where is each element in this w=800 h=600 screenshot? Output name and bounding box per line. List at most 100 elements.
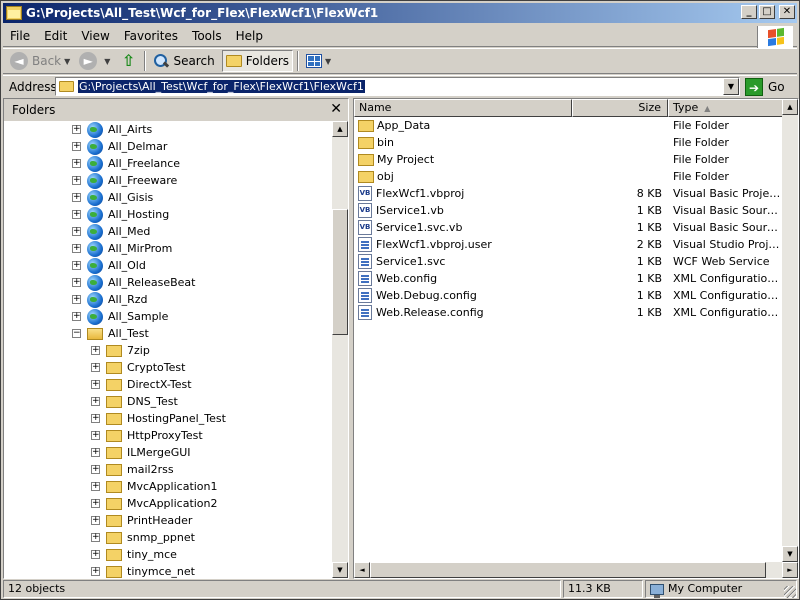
expand-icon[interactable]: + xyxy=(72,159,81,168)
search-button[interactable]: Search xyxy=(150,50,217,72)
tree-item[interactable]: + All_Airts xyxy=(72,121,152,138)
address-value[interactable]: G:\Projects\All_Test\Wcf_for_Flex\FlexWc… xyxy=(78,80,365,93)
file-row[interactable]: FlexWcf1.vbproj.user 2 KB Visual Studio Pr… xyxy=(354,236,798,253)
folders-scrollbar[interactable]: ▲ ▼ xyxy=(332,121,348,578)
file-row[interactable]: Web.config1 KBXML Configuration File2 xyxy=(354,270,798,287)
tree-item[interactable]: + All_MirProm xyxy=(72,240,172,257)
expand-icon[interactable]: + xyxy=(72,312,81,321)
expand-icon[interactable]: + xyxy=(91,533,100,542)
address-dropdown-button[interactable]: ▼ xyxy=(723,78,739,95)
expand-icon[interactable]: + xyxy=(91,499,100,508)
scroll-down-button[interactable]: ▼ xyxy=(782,546,798,562)
tree-item[interactable]: + DNS_Test xyxy=(91,393,178,410)
forward-button[interactable]: ► ▼ xyxy=(76,50,116,72)
column-header-type[interactable]: Type ▲ xyxy=(668,99,790,117)
go-button[interactable]: ➔ Go xyxy=(745,77,785,96)
tree-item[interactable]: + All_Med xyxy=(72,223,150,240)
expand-icon[interactable]: + xyxy=(72,244,81,253)
files-horizontal-scrollbar[interactable]: ◄ ► xyxy=(354,562,798,578)
expand-icon[interactable]: + xyxy=(91,550,100,559)
column-header-name[interactable]: Name xyxy=(354,99,572,117)
menu-tools[interactable]: Tools xyxy=(185,29,229,43)
tree-item[interactable]: + mail2rss xyxy=(91,461,174,478)
tree-item[interactable]: + All_Hosting xyxy=(72,206,169,223)
expand-icon[interactable]: + xyxy=(91,482,100,491)
chevron-down-icon[interactable]: ▼ xyxy=(104,57,110,66)
tree-item[interactable]: +7zip xyxy=(91,342,150,359)
file-row[interactable]: Web.Debug.config 1 KB XML Configuration Fi… xyxy=(354,287,798,304)
tree-item[interactable]: + All_Rzd xyxy=(72,291,148,308)
minimize-button[interactable]: _ xyxy=(741,5,757,19)
folders-button[interactable]: Folders xyxy=(221,50,294,72)
scroll-down-button[interactable]: ▼ xyxy=(332,562,348,578)
expand-icon[interactable]: + xyxy=(91,431,100,440)
close-icon[interactable]: ✕ xyxy=(330,102,342,116)
menu-view[interactable]: View xyxy=(74,29,116,43)
file-row[interactable]: App_DataFile Folder2 xyxy=(354,117,798,134)
scroll-right-button[interactable]: ► xyxy=(782,562,798,578)
menu-edit[interactable]: Edit xyxy=(37,29,74,43)
tree-item[interactable]: + snmp_ppnet xyxy=(91,529,195,546)
file-row[interactable]: My ProjectFile Folder2 xyxy=(354,151,798,168)
tree-item[interactable]: − All_Test xyxy=(72,325,149,342)
expand-icon[interactable]: + xyxy=(72,261,81,270)
file-row[interactable]: binFile Folder2 xyxy=(354,134,798,151)
chevron-down-icon[interactable]: ▼ xyxy=(64,57,70,66)
expand-icon[interactable]: + xyxy=(72,193,81,202)
tree-item[interactable]: + tiny_mce xyxy=(91,546,177,563)
tree-item[interactable]: + tinymce_net xyxy=(91,563,195,578)
tree-item[interactable]: + CryptoTest xyxy=(91,359,185,376)
tree-item[interactable]: + HostingPanel_Test xyxy=(91,410,226,427)
expand-icon[interactable]: + xyxy=(72,278,81,287)
expand-icon[interactable]: + xyxy=(91,397,100,406)
tree-item[interactable]: + HttpProxyTest xyxy=(91,427,203,444)
resize-grip[interactable] xyxy=(784,586,796,598)
expand-icon[interactable]: + xyxy=(72,176,81,185)
scroll-up-button[interactable]: ▲ xyxy=(782,99,798,115)
scroll-thumb[interactable] xyxy=(332,209,348,335)
scroll-up-button[interactable]: ▲ xyxy=(332,121,348,137)
expand-icon[interactable]: + xyxy=(91,448,100,457)
tree-item[interactable]: + All_ReleaseBeat xyxy=(72,274,195,291)
menu-file[interactable]: File xyxy=(3,29,37,43)
file-row[interactable]: objFile Folder2 xyxy=(354,168,798,185)
expand-icon[interactable]: + xyxy=(91,516,100,525)
file-row[interactable]: VB IService1.vb 1 KB Visual Basic Source fi… xyxy=(354,202,798,219)
address-input[interactable]: G:\Projects\All_Test\Wcf_for_Flex\FlexWc… xyxy=(55,77,740,96)
expand-icon[interactable]: + xyxy=(72,125,81,134)
expand-icon[interactable]: + xyxy=(91,567,100,576)
title-bar[interactable]: G:\Projects\All_Test\Wcf_for_Flex\FlexWc… xyxy=(3,3,797,23)
tree-item[interactable]: + All_Gisis xyxy=(72,189,153,206)
scroll-left-button[interactable]: ◄ xyxy=(354,562,370,578)
expand-icon[interactable]: + xyxy=(91,414,100,423)
menu-favorites[interactable]: Favorites xyxy=(117,29,185,43)
tree-item[interactable]: + MvcApplication1 xyxy=(91,478,218,495)
tree-item[interactable]: + All_Delmar xyxy=(72,138,167,155)
back-button[interactable]: ◄ Back ▼ xyxy=(7,50,76,72)
file-row[interactable]: Web.Release.config 1 KB XML Configuration … xyxy=(354,304,798,321)
tree-item[interactable]: + PrintHeader xyxy=(91,512,192,529)
file-row[interactable]: Service1.svc1 KBWCF Web Service2 xyxy=(354,253,798,270)
tree-item[interactable]: + DirectX-Test xyxy=(91,376,192,393)
file-row[interactable]: VB Service1.svc.vb 1 KB Visual Basic Source… xyxy=(354,219,798,236)
files-scrollbar[interactable]: ▲ ▼ xyxy=(782,99,798,562)
column-header-size[interactable]: Size xyxy=(572,99,668,117)
file-row[interactable]: VB FlexWcf1.vbproj 8 KB Visual Basic Projec… xyxy=(354,185,798,202)
tree-item[interactable]: + All_Freeware xyxy=(72,172,177,189)
tree-item[interactable]: + All_Old xyxy=(72,257,146,274)
tree-item[interactable]: + ILMergeGUI xyxy=(91,444,191,461)
tree-item[interactable]: + All_Freelance xyxy=(72,155,180,172)
expand-icon[interactable]: + xyxy=(72,227,81,236)
views-button[interactable]: ▼ xyxy=(303,50,337,72)
menu-help[interactable]: Help xyxy=(229,29,270,43)
tree-item[interactable]: + MvcApplication2 xyxy=(91,495,218,512)
expand-icon[interactable]: + xyxy=(72,210,81,219)
expand-icon[interactable]: + xyxy=(72,295,81,304)
maximize-button[interactable]: □ xyxy=(759,5,775,19)
expand-icon[interactable]: + xyxy=(91,363,100,372)
tree-item[interactable]: + All_Sample xyxy=(72,308,168,325)
expand-icon[interactable]: + xyxy=(91,465,100,474)
expand-icon[interactable]: + xyxy=(72,142,81,151)
up-button[interactable]: ⇧ xyxy=(116,50,140,72)
scroll-thumb[interactable] xyxy=(370,562,766,578)
